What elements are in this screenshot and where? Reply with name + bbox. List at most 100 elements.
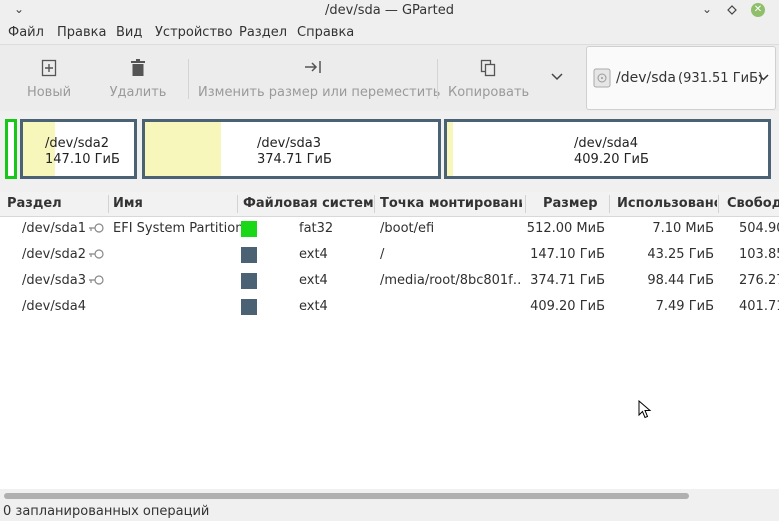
filesystem-color-swatch — [241, 273, 257, 289]
free-cell: 401.71 — [739, 299, 779, 314]
resize-move-label: Изменить размер или переместить — [198, 85, 441, 100]
menu-bar: Файл Правка Вид Устройство Раздел Справк… — [0, 22, 779, 44]
filesystem-cell: ext4 — [299, 247, 328, 262]
copy-label: Копировать — [448, 85, 530, 100]
partition-block-sda2[interactable]: /dev/sda2 147.10 ГиБ — [20, 119, 137, 179]
free-cell: 103.85 — [739, 247, 779, 262]
free-cell: 504.90 М — [739, 221, 779, 236]
column-header-partition[interactable]: Раздел — [7, 192, 105, 216]
filesystem-color-swatch — [241, 247, 257, 263]
toolbar-separator — [188, 59, 189, 99]
device-selector[interactable]: /dev/sda (931.51 ГиБ) — [586, 46, 776, 110]
partition-cell: /dev/sda3 — [22, 273, 86, 288]
menu-help[interactable]: Справка — [297, 25, 354, 40]
toolbar-separator — [437, 59, 438, 99]
key-icon — [89, 223, 104, 233]
partition-block-size: 147.10 ГиБ — [45, 152, 120, 167]
menu-view[interactable]: Вид — [116, 25, 142, 40]
partition-cell: /dev/sda2 — [22, 247, 86, 262]
new-button[interactable]: Новый — [14, 45, 84, 111]
table-row[interactable]: /dev/sda4 ext4 409.20 ГиБ 7.49 ГиБ 401.7… — [0, 294, 779, 320]
filesystem-cell: ext4 — [299, 299, 328, 314]
resize-arrow-icon — [305, 61, 321, 73]
name-cell: EFI System Partition — [113, 221, 244, 236]
horizontal-scrollbar[interactable] — [0, 489, 779, 503]
key-icon — [89, 275, 104, 285]
partition-block-name: /dev/sda2 — [45, 136, 109, 151]
chevron-down-icon — [758, 74, 769, 81]
menu-file[interactable]: Файл — [8, 25, 44, 40]
column-divider[interactable] — [108, 195, 109, 213]
table-row[interactable]: /dev/sda3 ext4 /media/root/8bc801f… 374.… — [0, 268, 779, 294]
column-header-used[interactable]: Использовано — [617, 192, 717, 216]
column-header-name[interactable]: Имя — [113, 192, 235, 216]
window-title: /dev/sda — GParted — [325, 3, 454, 18]
partition-map: /dev/sda2 147.10 ГиБ /dev/sda3 374.71 Ги… — [0, 111, 779, 191]
free-cell: 276.27 — [739, 273, 779, 288]
size-cell: 512.00 МиБ — [526, 221, 605, 236]
column-divider[interactable] — [237, 195, 238, 213]
table-row[interactable]: /dev/sda1 EFI System Partition fat32 /bo… — [0, 216, 779, 242]
menu-device[interactable]: Устройство — [155, 25, 233, 40]
delete-button[interactable]: Удалить — [104, 45, 172, 111]
status-bar: 0 запланированных операций — [0, 503, 779, 519]
trash-icon — [131, 59, 145, 76]
size-cell: 374.71 ГиБ — [530, 273, 605, 288]
column-header-filesystem[interactable]: Файловая система — [243, 192, 373, 216]
filesystem-cell: ext4 — [299, 273, 328, 288]
new-label: Новый — [26, 85, 72, 100]
title-bar: ⌄ /dev/sda — GParted ⌄ ✕ — [0, 0, 779, 22]
used-cell: 7.10 МиБ — [652, 221, 714, 236]
filesystem-color-swatch — [241, 221, 257, 237]
close-button[interactable]: ✕ — [751, 3, 765, 17]
partition-block-sda3[interactable]: /dev/sda3 374.71 ГиБ — [142, 119, 441, 179]
menu-partition[interactable]: Раздел — [239, 25, 287, 40]
minimize-button[interactable]: ⌄ — [698, 0, 716, 18]
mountpoint-cell — [380, 294, 522, 320]
resize-move-button[interactable]: Изменить размер или переместить — [198, 45, 441, 111]
filesystem-color-swatch — [241, 299, 257, 315]
column-header-size[interactable]: Размер — [543, 192, 609, 216]
mountpoint-cell: / — [380, 247, 385, 262]
column-divider[interactable] — [609, 195, 610, 213]
key-icon — [89, 249, 104, 259]
column-header-free[interactable]: Свобод — [727, 192, 779, 216]
chevron-down-icon — [551, 73, 563, 81]
partition-block-sda1[interactable] — [5, 119, 17, 179]
delete-label: Удалить — [109, 85, 167, 100]
size-cell: 409.20 ГиБ — [530, 299, 605, 314]
copy-button[interactable]: Копировать — [448, 45, 530, 111]
mouse-cursor-icon — [638, 400, 652, 419]
maximize-button[interactable] — [723, 2, 741, 20]
used-space-bar — [447, 122, 454, 176]
column-header-mountpoint[interactable]: Точка монтирования — [380, 192, 522, 216]
partition-block-name: /dev/sda4 — [574, 136, 638, 151]
filesystem-cell: fat32 — [299, 221, 334, 236]
used-space-bar — [145, 122, 222, 176]
column-divider[interactable] — [374, 195, 375, 213]
table-header: Раздел Имя Файловая система Точка монтир… — [0, 192, 779, 217]
partition-cell: /dev/sda1 — [22, 221, 86, 236]
partition-table: Раздел Имя Файловая система Точка монтир… — [0, 192, 779, 489]
size-cell: 147.10 ГиБ — [530, 247, 605, 262]
scrollbar-thumb[interactable] — [4, 493, 689, 499]
more-tools-button[interactable] — [546, 45, 568, 111]
used-cell: 98.44 ГиБ — [647, 273, 714, 288]
column-divider[interactable] — [718, 195, 719, 213]
menu-edit[interactable]: Правка — [57, 25, 106, 40]
copy-icon — [480, 59, 496, 77]
device-size: (931.51 ГиБ) — [678, 71, 764, 86]
used-cell: 7.49 ГиБ — [655, 299, 714, 314]
device-name: /dev/sda — [616, 70, 676, 86]
partition-block-size: 409.20 ГиБ — [574, 152, 649, 167]
maximize-icon — [727, 5, 737, 15]
table-row[interactable]: /dev/sda2 ext4 / 147.10 ГиБ 43.25 ГиБ 10… — [0, 242, 779, 268]
partition-block-sda4[interactable]: /dev/sda4 409.20 ГиБ — [444, 119, 771, 179]
mountpoint-cell: /boot/efi — [380, 221, 435, 236]
mountpoint-cell: /media/root/8bc801f… — [380, 273, 522, 288]
column-divider[interactable] — [525, 195, 526, 213]
partition-block-size: 374.71 ГиБ — [257, 152, 332, 167]
used-cell: 43.25 ГиБ — [647, 247, 714, 262]
partition-cell: /dev/sda4 — [22, 299, 86, 314]
new-partition-icon — [41, 59, 57, 77]
